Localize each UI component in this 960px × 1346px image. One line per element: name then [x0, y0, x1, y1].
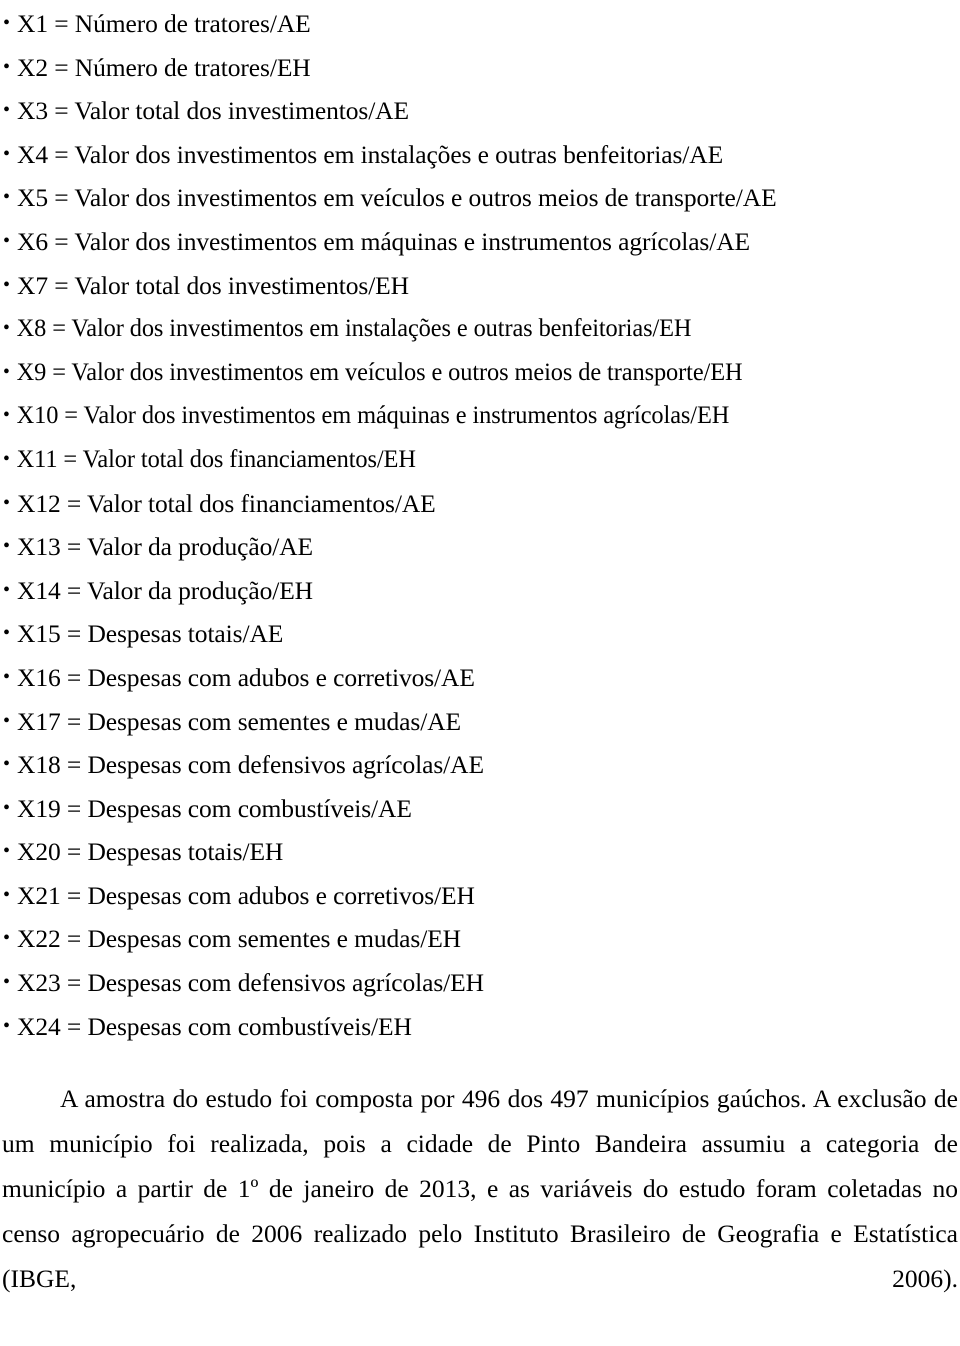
list-item: X20 = Despesas totais/EH — [2, 830, 958, 874]
variable-definition: X16 = Despesas com adubos e corretivos/A… — [17, 662, 475, 692]
list-item: X12 = Valor total dos financiamentos/AE — [2, 482, 958, 526]
variable-definition: X22 = Despesas com sementes e mudas/EH — [17, 924, 461, 954]
list-item: X17 = Despesas com sementes e mudas/AE — [2, 700, 958, 744]
variable-definition: X10 = Valor dos investimentos em máquina… — [16, 402, 730, 430]
variable-definition: X24 = Despesas com combustíveis/EH — [17, 1011, 412, 1041]
list-item: X21 = Despesas com adubos e corretivos/E… — [2, 874, 958, 918]
variable-definition: X6 = Valor dos investimentos em máquinas… — [17, 226, 751, 256]
list-item: X19 = Despesas com combustíveis/AE — [2, 787, 958, 831]
closing-block: A amostra do estudo foi composta por 496… — [2, 1076, 958, 1346]
variable-definition: X19 = Despesas com combustíveis/AE — [17, 793, 412, 823]
list-item: X9 = Valor dos investimentos em veículos… — [2, 351, 934, 395]
variable-definition: X7 = Valor total dos investimentos/EH — [17, 270, 409, 300]
variable-definition: X2 = Número de tratores/EH — [17, 52, 311, 82]
variable-definition: X9 = Valor dos investimentos em veículos… — [16, 358, 743, 386]
variable-definition: X12 = Valor total dos financiamentos/AE — [17, 488, 436, 518]
list-item: X6 = Valor dos investimentos em máquinas… — [2, 220, 958, 264]
list-item: X11 = Valor total dos financiamentos/EH — [2, 438, 934, 482]
variable-definition: X23 = Despesas com defensivos agrícolas/… — [17, 968, 484, 998]
list-item: X14 = Valor da produção/EH — [2, 569, 958, 613]
variable-definition: X11 = Valor total dos financiamentos/EH — [16, 445, 416, 473]
document-page: X1 = Número de tratores/AE X2 = Número d… — [0, 0, 960, 1297]
variable-definition: X17 = Despesas com sementes e mudas/AE — [17, 706, 461, 736]
variable-definition: X4 = Valor dos investimentos em instalaç… — [17, 139, 724, 169]
list-item: X7 = Valor total dos investimentos/EH — [2, 264, 958, 308]
list-item: X1 = Número de tratores/AE — [2, 2, 958, 46]
list-item: X13 = Valor da produção/AE — [2, 525, 958, 569]
list-item: X18 = Despesas com defensivos agrícolas/… — [2, 743, 958, 787]
variable-definition: X20 = Despesas totais/EH — [17, 837, 284, 867]
list-item: X22 = Despesas com sementes e mudas/EH — [2, 917, 958, 961]
list-item: X5 = Valor dos investimentos em veículos… — [2, 176, 958, 220]
closing-paragraph: A amostra do estudo foi composta por 496… — [2, 1084, 958, 1294]
variable-definition: X3 = Valor total dos investimentos/AE — [17, 96, 409, 126]
variable-definition: X21 = Despesas com adubos e corretivos/E… — [17, 880, 475, 910]
variable-definition: X5 = Valor dos investimentos em veículos… — [17, 183, 777, 213]
list-item: X23 = Despesas com defensivos agrícolas/… — [2, 961, 958, 1005]
variable-definition: X18 = Despesas com defensivos agrícolas/… — [17, 750, 484, 780]
variable-definition: X1 = Número de tratores/AE — [17, 9, 311, 38]
variable-definition: X13 = Valor da produção/AE — [17, 532, 313, 562]
list-item: X16 = Despesas com adubos e corretivos/A… — [2, 656, 958, 700]
list-item: X10 = Valor dos investimentos em máquina… — [2, 394, 934, 438]
list-item: X4 = Valor dos investimentos em instalaç… — [2, 133, 958, 177]
variables-list: X1 = Número de tratores/AE X2 = Número d… — [2, 2, 958, 1048]
list-item: X2 = Número de tratores/EH — [2, 46, 958, 90]
variable-definition: X15 = Despesas totais/AE — [17, 619, 284, 649]
list-item: X8 = Valor dos investimentos em instalaç… — [2, 307, 934, 351]
list-item: X3 = Valor total dos investimentos/AE — [2, 89, 958, 133]
variable-definition: X8 = Valor dos investimentos em instalaç… — [16, 315, 692, 343]
list-item: X15 = Despesas totais/AE — [2, 612, 958, 656]
list-item: X24 = Despesas com combustíveis/EH — [2, 1005, 958, 1049]
variable-definition: X14 = Valor da produção/EH — [17, 575, 313, 605]
